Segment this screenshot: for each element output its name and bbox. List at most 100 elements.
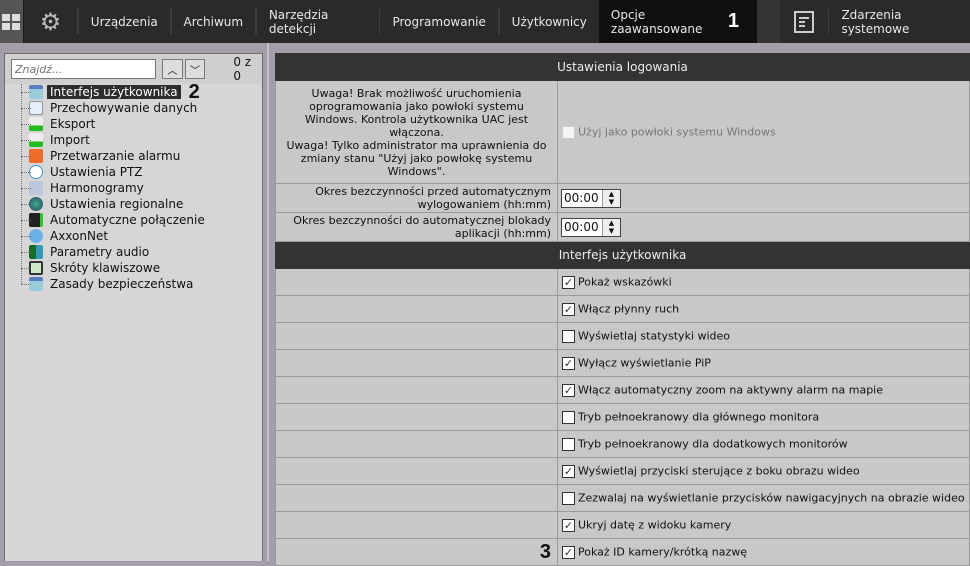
- audio-icon: [29, 245, 43, 259]
- shell-label: Użyj jako powłoki systemu Windows: [578, 125, 776, 139]
- menu-narzedzia-detekcji[interactable]: Narzędzia detekcji: [257, 0, 379, 43]
- search-row: ︿ ﹀ 0 z 0: [5, 54, 262, 84]
- option-cell: Tryb pełnoekranowy dla głównego monitora: [557, 403, 970, 431]
- option-checkbox[interactable]: [562, 491, 575, 505]
- section-header-login: Ustawienia logowania: [275, 53, 970, 81]
- settings-gear-icon[interactable]: ⚙: [24, 8, 77, 36]
- option-row: ✓ Pokaż wskazówki: [275, 268, 970, 296]
- cloud-icon: [29, 229, 43, 243]
- storage-icon: [29, 101, 43, 115]
- tree-item-ptz[interactable]: Ustawienia PTZ: [17, 164, 262, 180]
- option-checkbox[interactable]: ✓: [562, 545, 575, 559]
- home-grid-button[interactable]: [0, 0, 24, 43]
- time-value: 00:00: [564, 191, 599, 205]
- system-events-icon[interactable]: [780, 10, 828, 33]
- option-checkbox[interactable]: ✓: [562, 275, 575, 289]
- option-cell: ✓ Pokaż wskazówki: [557, 268, 970, 296]
- tree-item-label: Harmonogramy: [50, 181, 144, 195]
- option-label: Włącz automatyczny zoom na aktywny alarm…: [578, 383, 884, 397]
- shell-option: Użyj jako powłoki systemu Windows: [557, 80, 970, 184]
- option-row: Tryb pełnoekranowy dla głównego monitora: [275, 403, 970, 431]
- tree-item-alarm[interactable]: Przetwarzanie alarmu: [17, 148, 262, 164]
- option-checkbox[interactable]: [562, 410, 575, 424]
- option-label: Pokaż ID kamery/krótką nazwę: [578, 545, 748, 559]
- ptz-icon: [29, 165, 43, 179]
- tree-item-regionalne[interactable]: Ustawienia regionalne: [17, 196, 262, 212]
- option-row: ✓ Włącz płynny ruch: [275, 295, 970, 323]
- annotation-1: 1: [727, 10, 739, 32]
- option-label-cell: [275, 268, 558, 296]
- tree-item-label: Import: [50, 133, 90, 147]
- tree-item-harmonogramy[interactable]: Harmonogramy: [17, 180, 262, 196]
- option-row: Wyświetlaj statystyki wideo: [275, 322, 970, 350]
- time-value: 00:00: [564, 220, 599, 234]
- option-checkbox[interactable]: ✓: [562, 302, 575, 316]
- tree-item-import[interactable]: Import: [17, 132, 262, 148]
- menu-urzadzenia[interactable]: Urządzenia: [79, 0, 170, 43]
- menu-opcje-zaawansowane[interactable]: Opcje zaawansowane 1: [598, 0, 757, 43]
- option-label-cell: 3: [275, 538, 558, 566]
- option-label-cell: [275, 376, 558, 404]
- menu-uzytkownicy[interactable]: Użytkownicy: [500, 0, 599, 43]
- panel-splitter[interactable]: [267, 43, 269, 561]
- option-label-cell: [275, 322, 558, 350]
- menu-spacer: [756, 0, 780, 43]
- tree-item-przechowywanie[interactable]: Przechowywanie danych: [17, 100, 262, 116]
- search-prev-button[interactable]: ︿: [162, 59, 183, 79]
- option-row: ✓ Ukryj datę z widoku kamery: [275, 511, 970, 539]
- option-label: Włącz płynny ruch: [578, 302, 680, 316]
- option-label-cell: [275, 430, 558, 458]
- tree-item-label: Parametry audio: [50, 245, 150, 259]
- option-cell: ✓ Ukryj datę z widoku kamery: [557, 511, 970, 539]
- option-row: ✓ Wyłącz wyświetlanie PiP: [275, 349, 970, 377]
- logout-time-input[interactable]: 00:00 ▲ ▼: [561, 188, 621, 208]
- tree-item-polaczenie[interactable]: Automatyczne połączenie: [17, 212, 262, 228]
- tree-item-label: Skróty klawiszowe: [50, 261, 161, 275]
- tree-item-label: Zasady bezpieczeństwa: [50, 277, 194, 291]
- tree-item-eksport[interactable]: Eksport: [17, 116, 262, 132]
- tree-item-label: Przetwarzanie alarmu: [50, 149, 181, 163]
- tree-item-interfejs[interactable]: Interfejs użytkownika 2: [17, 81, 262, 103]
- tree-item-label: Automatyczne połączenie: [50, 213, 205, 227]
- lock-label: Okres bezczynności do automatycznej blok…: [275, 212, 558, 242]
- tree-item-label: Ustawienia regionalne: [50, 197, 184, 211]
- menu-zdarzenia-systemowe[interactable]: Zdarzenia systemowe: [829, 0, 970, 43]
- settings-tree-panel: ︿ ﹀ 0 z 0 Interfejs użytkownika2 Przecho…: [4, 53, 263, 561]
- settings-tree: Interfejs użytkownika 2 Przechowywanie da…: [5, 81, 262, 292]
- tree-item-axxonnet[interactable]: AxxonNet: [17, 228, 262, 244]
- search-count: 0 z 0: [233, 55, 252, 83]
- option-label: Wyłącz wyświetlanie PiP: [578, 356, 711, 370]
- tree-item-audio[interactable]: Parametry audio: [17, 244, 262, 260]
- export-icon: [29, 117, 43, 131]
- option-checkbox[interactable]: ✓: [562, 356, 575, 370]
- settings-table: Ustawienia logowania Uwaga! Brak możliwo…: [275, 53, 970, 566]
- tree-item-bezpieczenstwo[interactable]: Zasady bezpieczeństwa: [17, 276, 262, 292]
- tree-item-label: Przechowywanie danych: [50, 101, 198, 115]
- search-input[interactable]: [11, 59, 156, 79]
- option-checkbox[interactable]: ✓: [562, 383, 575, 397]
- option-checkbox[interactable]: ✓: [562, 464, 575, 478]
- option-checkbox[interactable]: [562, 437, 575, 451]
- option-label: Wyświetlaj statystyki wideo: [578, 329, 731, 343]
- tree-item-skroty[interactable]: Skróty klawiszowe: [17, 260, 262, 276]
- globe-icon: [29, 197, 43, 211]
- shell-checkbox[interactable]: [562, 125, 575, 139]
- menu-archiwum[interactable]: Archiwum: [172, 0, 256, 43]
- option-checkbox[interactable]: ✓: [562, 518, 575, 532]
- import-icon: [29, 133, 43, 147]
- search-next-button[interactable]: ﹀: [184, 59, 206, 79]
- annotation-3: 3: [539, 540, 551, 563]
- option-cell: ✓ Wyświetlaj przyciski sterujące z boku o…: [557, 457, 970, 485]
- grid-icon: [2, 13, 21, 30]
- option-checkbox[interactable]: [562, 329, 575, 343]
- time-spinner[interactable]: ▲ ▼: [602, 218, 620, 236]
- option-row: ✓ Włącz automatyczny zoom na aktywny alar…: [275, 376, 970, 404]
- section-header-ui: Interfejs użytkownika: [275, 241, 970, 269]
- keyboard-icon: [29, 261, 43, 275]
- time-spinner[interactable]: ▲ ▼: [602, 189, 620, 207]
- lock-time-input[interactable]: 00:00 ▲ ▼: [561, 217, 621, 237]
- menu-programowanie[interactable]: Programowanie: [380, 0, 497, 43]
- tree-item-label: Ustawienia PTZ: [50, 165, 143, 179]
- option-cell: ✓ Pokaż ID kamery/krótką nazwę: [557, 538, 970, 566]
- option-label: Ukryj datę z widoku kamery: [578, 518, 732, 532]
